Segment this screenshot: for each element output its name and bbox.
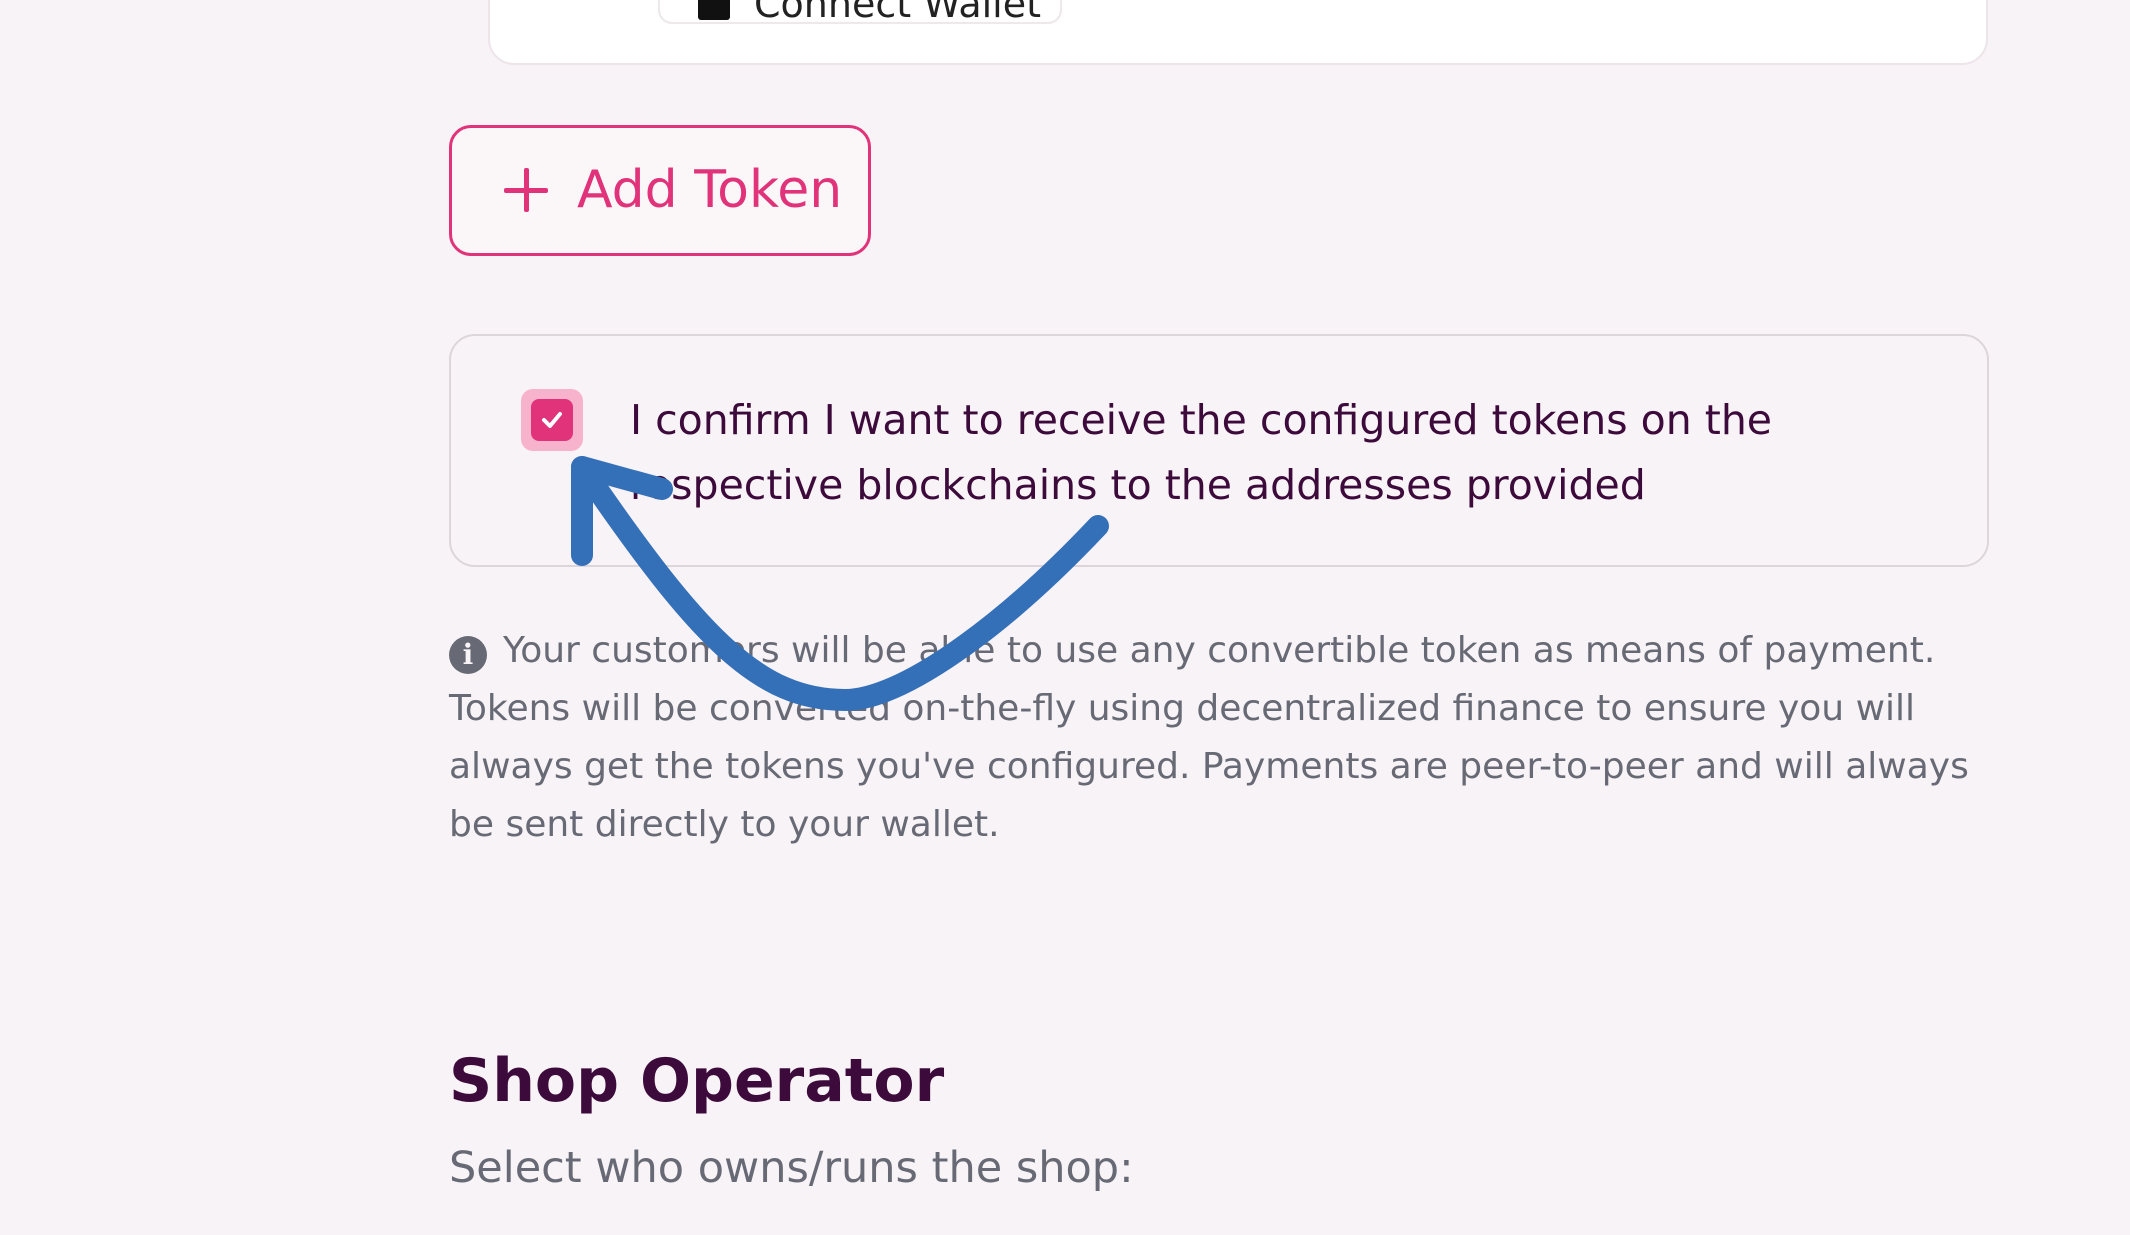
confirm-checkbox[interactable] xyxy=(521,389,583,451)
section-subtitle: Select who owns/runs the shop: xyxy=(449,1143,1134,1193)
connect-wallet-label: Connect Wallet xyxy=(754,0,1042,24)
confirm-label[interactable]: I confirm I want to receive the configur… xyxy=(630,388,1830,518)
info-notice: i Your customers will be able to use any … xyxy=(449,622,1979,854)
connect-wallet-button[interactable]: Connect Wallet xyxy=(658,0,1062,24)
section-title-shop-operator: Shop Operator xyxy=(449,1046,945,1116)
plus-icon xyxy=(504,168,548,212)
checkbox-checked xyxy=(531,399,573,441)
curved-arrow-icon xyxy=(571,456,1109,711)
checkmark-icon xyxy=(542,412,562,428)
info-icon: i xyxy=(449,636,487,674)
add-token-label: Add Token xyxy=(577,160,843,220)
info-text: Your customers will be able to use any c… xyxy=(449,630,1969,845)
wallet-icon xyxy=(698,0,730,20)
add-token-button[interactable]: Add Token xyxy=(449,125,871,256)
